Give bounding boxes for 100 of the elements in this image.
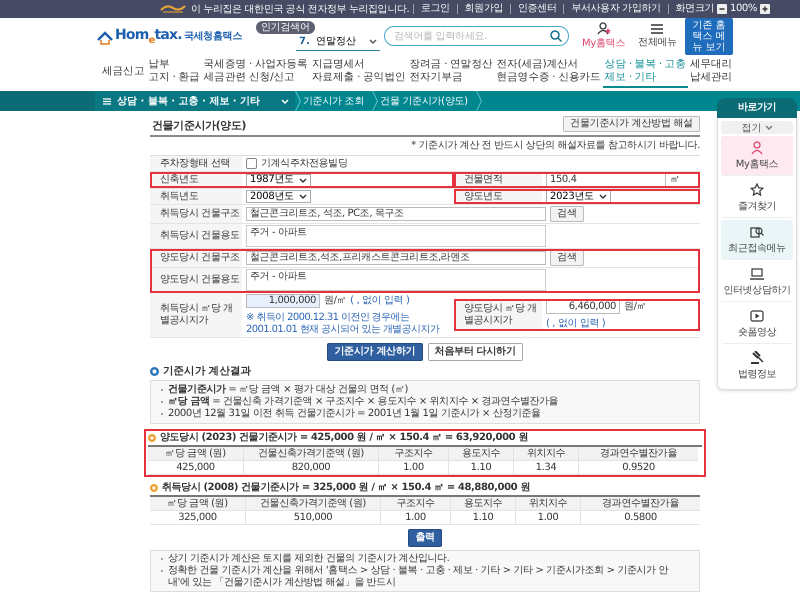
top-link[interactable]: 부서사용자 가입하기 [563,4,668,14]
table-cell: 1.10 [450,511,515,525]
my-hometax-link[interactable]: My홈택스 [582,22,626,50]
quick-menu-item[interactable]: My홈택스 [721,136,793,176]
popular-search-badge: 인기검색어 [256,21,315,34]
reset-button[interactable]: 처음부터 다시하기 [428,343,523,361]
bullet-circle-icon [150,366,159,376]
field-label: 양도당시 건물구조 [150,249,242,267]
input-field[interactable]: 1,000,000 [246,294,320,308]
table-cell: 820,000 [243,461,378,475]
year-select[interactable]: 2023년도 [546,190,611,203]
hint-text: ( , 없이 입력 ) [546,318,606,330]
zoom-label: 화면크기 [676,4,714,14]
checkbox[interactable] [246,158,257,169]
column-header: 위치지수 [515,497,580,511]
unit-label: 원/㎡ [324,295,346,307]
column-header: 위치지수 [513,447,578,461]
chevron-icon [372,91,378,111]
formula-text: 건물기준시가 = ㎡당 금액 × 평가 대상 건물의 면적 (㎡) [168,384,408,396]
breadcrumb-link[interactable]: 기준시가 조회 [301,91,372,111]
note-text: ※ 취득이 2000.12.31 이전인 경우에는 2001.01.01 현재 공시되어 있는 개별공시지가 [246,312,441,336]
field-label: 양도당시 ㎡당 개별공시지가 [454,299,542,331]
zoom-out-icon[interactable] [717,4,727,14]
nav-menu-item[interactable]: 전자(세금)계산서 현금영수증 · 신용카드 [494,56,603,88]
column-header: 건물신축가격기준액 (원) [243,447,378,461]
hint-text: ( , 없이 입력 ) [350,295,410,307]
table-cell: 0.5800 [580,511,700,525]
field-label: 취득년도 [150,189,242,204]
field-label: 양도당시 건물용도 [150,268,242,292]
nav-menu-item[interactable]: 국세증명 · 사업자등록 세금관련 신청/신고 [202,56,310,88]
menu-icon [651,24,664,34]
note-text: 정확한 건물 기준시가 계산을 위해서 '홈택스 > 상담 · 불복 · 고충 · 제보 · 기타 > 기타 > 기준시가조회 > 기준시가 안내'에 있는 「건물기준시가 계산방법 해설」을 반드시 [168,565,670,589]
input-field[interactable]: 철근콘크리트조, 석조, PC조, 목구조 [246,207,546,221]
breadcrumb-link[interactable]: 건물 기준시가(양도) [378,91,476,111]
page-title: 건물기준시가(양도) [152,120,246,132]
play-icon [750,309,764,323]
legacy-menu-button[interactable]: 기존 홈택스 메뉴 보기 [684,18,733,54]
calculate-button[interactable]: 기준시가 계산하기 [327,343,422,361]
note-text: 상기 기준시가 계산은 토지를 제외한 건물의 기준시가 계산입니다. [168,553,450,565]
column-header: ㎡당 금액 (원) [148,447,243,461]
input-field[interactable]: 150.4 [546,173,666,187]
top-link[interactable]: 회원가입 [456,4,510,14]
search-button[interactable]: 검색 [550,206,584,222]
top-link[interactable]: 인증센터 [510,4,564,14]
caret-icon [298,178,307,182]
table-cell: 0.9520 [578,461,698,475]
top-link[interactable]: 로그인 [412,4,457,14]
checkbox-label: 기계식주차전용빌딩 [261,158,348,170]
input-field[interactable]: 철근콘크리트조,석조,프리캐스트콘크리트조,라멘조 [246,251,546,265]
column-header: 경과연수별잔가율 [580,497,700,511]
column-header: 건물신축가격기준액 (원) [245,497,380,511]
popular-search-dropdown[interactable]: 7. 연말정산 [296,32,380,51]
zoom-value: 100% [730,4,757,14]
guide-button[interactable]: 건물기준시가 계산방법 해설 [563,116,700,132]
field-label: 양도년도 [454,189,542,204]
search-icon[interactable] [550,30,562,42]
caret-icon [281,98,289,104]
nav-menu-item[interactable]: 세무대리 납세관리 [688,56,734,88]
nav-menu-item[interactable]: 장려금 · 연말정산 전자기부금 [407,56,494,88]
chevron-icon [476,91,482,111]
bullet-circle-icon [150,484,158,492]
quick-menu-title: 바로가기 [717,98,797,118]
column-header: 용도지수 [450,497,515,511]
quick-menu-item[interactable]: 최근접속메뉴 [721,220,793,260]
house-roof-icon [97,31,113,46]
caret-icon [764,125,772,130]
menu-icon [103,98,111,104]
table-cell: 1.34 [513,461,578,475]
category-dropdown[interactable]: 상담 · 불복 · 고충 · 제보 · 기타 [95,91,295,111]
person-icon [596,22,611,35]
laptop-icon [750,267,764,281]
print-button[interactable]: 출력 [408,529,442,547]
nav-menu-item[interactable]: 납부 고지 · 환급 [146,56,202,88]
table-cell: 1.10 [448,461,513,475]
chevron-icon [295,91,301,111]
recent-menu-icon [750,225,764,239]
unit-label: ㎡ [670,174,680,186]
star-icon [750,183,764,197]
nav-menu-item[interactable]: 지급명세서 자료제출 · 공익법인 [310,56,408,88]
site-logo[interactable]: Hom$_{e}$tax.국세청홈택스 [97,26,242,46]
result-title: 양도당시 (2023) 건물기준시가 = 425,000 원 / ㎡ × 150.4 ㎡ = 63,920,000 원 [160,432,528,444]
field-label: 취득당시 ㎡당 개별공시지가 [150,293,242,337]
text-area[interactable]: 주거 - 아파트 [246,225,546,247]
search-button[interactable]: 검색 [550,250,584,266]
zoom-in-icon[interactable] [760,4,770,14]
text-area[interactable]: 주거 - 아파트 [246,269,546,291]
nav-menu-item[interactable]: 상담 · 불복 · 고충 제보 · 기타 [602,56,688,88]
egov-logo-icon [160,5,186,13]
year-select[interactable]: 2008년도 [246,190,311,203]
bullet-circle-icon [148,434,156,442]
search-placeholder: 검색어를 입력하세요. [394,30,488,43]
collapse-button[interactable]: 접기 [721,121,793,134]
field-label: 취득당시 건물구조 [150,205,242,223]
nav-menu-item[interactable]: 세금신고 [100,56,146,88]
caret-icon [298,194,307,199]
year-select[interactable]: 1987년도 [246,174,311,186]
notice-text: * 기준시가 계산 전 반드시 상단의 해설자료를 참고하시기 바랍니다. [410,140,700,152]
input-field[interactable]: 6,460,000 [546,300,620,314]
notice-text: 이 누리집은 대한민국 공식 전자정부 누리집입니다. [191,3,410,16]
all-menu-link[interactable]: 전체메뉴 [638,24,677,48]
